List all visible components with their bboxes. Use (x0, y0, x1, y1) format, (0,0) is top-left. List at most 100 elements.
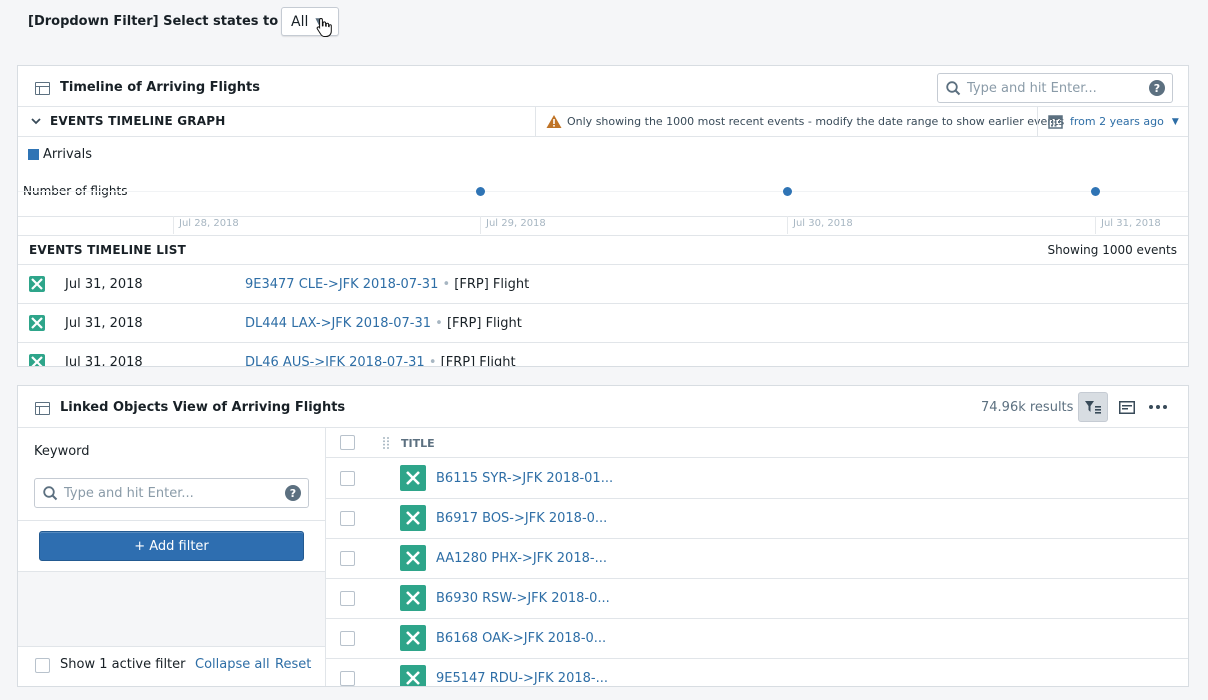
row-title-link[interactable]: B6917 BOS->JFK 2018-0... (436, 511, 607, 526)
event-row[interactable]: Jul 31, 2018 DL444 LAX->JFK 2018-07-31 •… (18, 304, 1188, 343)
axis-tick-label: Jul 31, 2018 (1101, 218, 1161, 229)
event-type: [FRP] Flight (440, 355, 516, 367)
graph-baseline (18, 191, 1188, 192)
dropdown-selected-value: All (291, 13, 309, 30)
flight-icon (29, 315, 45, 331)
divider (1037, 107, 1038, 137)
axis-tick-mark (480, 216, 481, 234)
event-title-link[interactable]: 9E3477 CLE->JFK 2018-07-31 (245, 277, 438, 292)
row-checkbox[interactable] (340, 591, 355, 606)
separator: • (442, 277, 455, 292)
event-title-link[interactable]: DL444 LAX->JFK 2018-07-31 (245, 316, 431, 331)
results-count: 74.96k results (981, 400, 1074, 415)
flight-icon (400, 505, 426, 531)
list-section-title: EVENTS TIMELINE LIST (29, 243, 186, 257)
flight-icon (400, 585, 426, 611)
flight-icon (400, 465, 426, 491)
card-view-button[interactable] (1112, 392, 1142, 422)
row-title-link[interactable]: B6115 SYR->JFK 2018-01... (436, 471, 613, 486)
row-title-link[interactable]: B6930 RSW->JFK 2018-0... (436, 591, 610, 606)
separator: • (435, 316, 447, 331)
flight-icon (29, 276, 45, 292)
event-row[interactable]: Jul 31, 2018 9E3477 CLE->JFK 2018-07-31 … (18, 265, 1188, 304)
show-active-filter-checkbox[interactable] (35, 658, 50, 673)
table-header: TITLE (326, 428, 1188, 458)
row-checkbox[interactable] (340, 551, 355, 566)
results-table: TITLE B6115 SYR->JFK 2018-01... B6917 BO… (326, 428, 1188, 686)
select-all-checkbox[interactable] (340, 435, 355, 450)
filter-toggle-button[interactable] (1078, 392, 1108, 422)
chart-point[interactable] (476, 187, 485, 196)
divider (18, 216, 1188, 217)
chart-point[interactable] (783, 187, 792, 196)
hand-cursor-icon (316, 17, 332, 37)
row-title-link[interactable]: AA1280 PHX->JFK 2018-... (436, 551, 607, 566)
keyword-label: Keyword (34, 444, 90, 459)
dropdown-filter-label: [Dropdown Filter] Select states to filte… (28, 14, 319, 29)
flight-icon (29, 354, 45, 366)
table-row[interactable]: B6917 BOS->JFK 2018-0... (326, 499, 1188, 539)
axis-tick-label: Jul 29, 2018 (486, 218, 546, 229)
graph-section-title: EVENTS TIMELINE GRAPH (50, 114, 226, 128)
event-row[interactable]: Jul 31, 2018 DL46 AUS->JFK 2018-07-31 • … (18, 343, 1188, 367)
warning-icon (546, 115, 562, 128)
timeline-panel-title: Timeline of Arriving Flights (60, 80, 260, 95)
table-row[interactable]: AA1280 PHX->JFK 2018-... (326, 539, 1188, 579)
flight-icon (400, 625, 426, 651)
row-title-link[interactable]: B6168 OAK->JFK 2018-0... (436, 631, 606, 646)
collapse-all-link[interactable]: Collapse all (195, 657, 270, 672)
event-date: Jul 31, 2018 (65, 316, 143, 331)
row-checkbox[interactable] (340, 471, 355, 486)
row-checkbox[interactable] (340, 671, 355, 686)
warning-message: Only showing the 1000 most recent events… (546, 114, 1064, 129)
table-row[interactable]: B6168 OAK->JFK 2018-0... (326, 619, 1188, 659)
add-filter-button[interactable]: + Add filter (39, 531, 304, 561)
caret-down-icon: ▼ (1171, 116, 1179, 127)
keyword-search-input[interactable]: Type and hit Enter... ? (34, 478, 309, 508)
divider (18, 235, 1188, 236)
calendar-icon (1048, 115, 1063, 129)
legend-label: Arrivals (43, 147, 93, 162)
chart-point[interactable] (1091, 187, 1100, 196)
row-title-link[interactable]: 9E5147 RDU->JFK 2018-... (436, 671, 608, 686)
linked-objects-panel: Linked Objects View of Arriving Flights … (17, 385, 1189, 687)
help-icon[interactable]: ? (1149, 80, 1165, 96)
show-active-filter-label: Show 1 active filter (60, 657, 186, 672)
event-date: Jul 31, 2018 (65, 277, 143, 292)
event-title-link[interactable]: DL46 AUS->JFK 2018-07-31 (245, 355, 425, 366)
date-range-label: from 2 years ago (1070, 115, 1164, 128)
search-icon (43, 485, 58, 500)
drag-handle-icon[interactable] (383, 437, 389, 449)
divider (18, 106, 1188, 107)
table-row[interactable]: 9E5147 RDU->JFK 2018-... (326, 659, 1188, 686)
date-range-picker[interactable]: from 2 years ago ▼ (1048, 114, 1179, 129)
more-options-button[interactable] (1143, 392, 1173, 422)
chevron-down-icon (31, 118, 41, 125)
row-checkbox[interactable] (340, 511, 355, 526)
table-icon (35, 82, 50, 95)
timeline-search-input[interactable]: Type and hit Enter... ? (937, 73, 1173, 103)
flight-icon (400, 665, 426, 686)
event-meta: 9E3477 CLE->JFK 2018-07-31 • [FRP] Fligh… (245, 277, 529, 292)
axis-tick-label: Jul 30, 2018 (793, 218, 853, 229)
row-checkbox[interactable] (340, 631, 355, 646)
event-date: Jul 31, 2018 (65, 355, 143, 367)
column-header-title[interactable]: TITLE (401, 437, 435, 450)
separator: • (428, 355, 441, 367)
divider (18, 136, 1188, 137)
event-meta: DL46 AUS->JFK 2018-07-31 • [FRP] Flight (245, 355, 516, 367)
more-icon (1149, 405, 1167, 409)
reset-link[interactable]: Reset (275, 657, 311, 672)
help-icon[interactable]: ? (285, 485, 301, 501)
card-view-icon (1119, 400, 1135, 414)
table-row[interactable]: B6115 SYR->JFK 2018-01... (326, 459, 1188, 499)
table-row[interactable]: B6930 RSW->JFK 2018-0... (326, 579, 1188, 619)
legend-swatch (28, 149, 39, 160)
event-meta: DL444 LAX->JFK 2018-07-31 • [FRP] Flight (245, 316, 522, 331)
search-placeholder: Type and hit Enter... (64, 485, 194, 501)
filter-list-icon (1085, 401, 1101, 414)
axis-tick-label: Jul 28, 2018 (179, 218, 239, 229)
event-type: [FRP] Flight (454, 277, 530, 292)
graph-collapse-toggle[interactable]: EVENTS TIMELINE GRAPH (30, 114, 225, 128)
showing-count: Showing 1000 events (1047, 243, 1177, 257)
